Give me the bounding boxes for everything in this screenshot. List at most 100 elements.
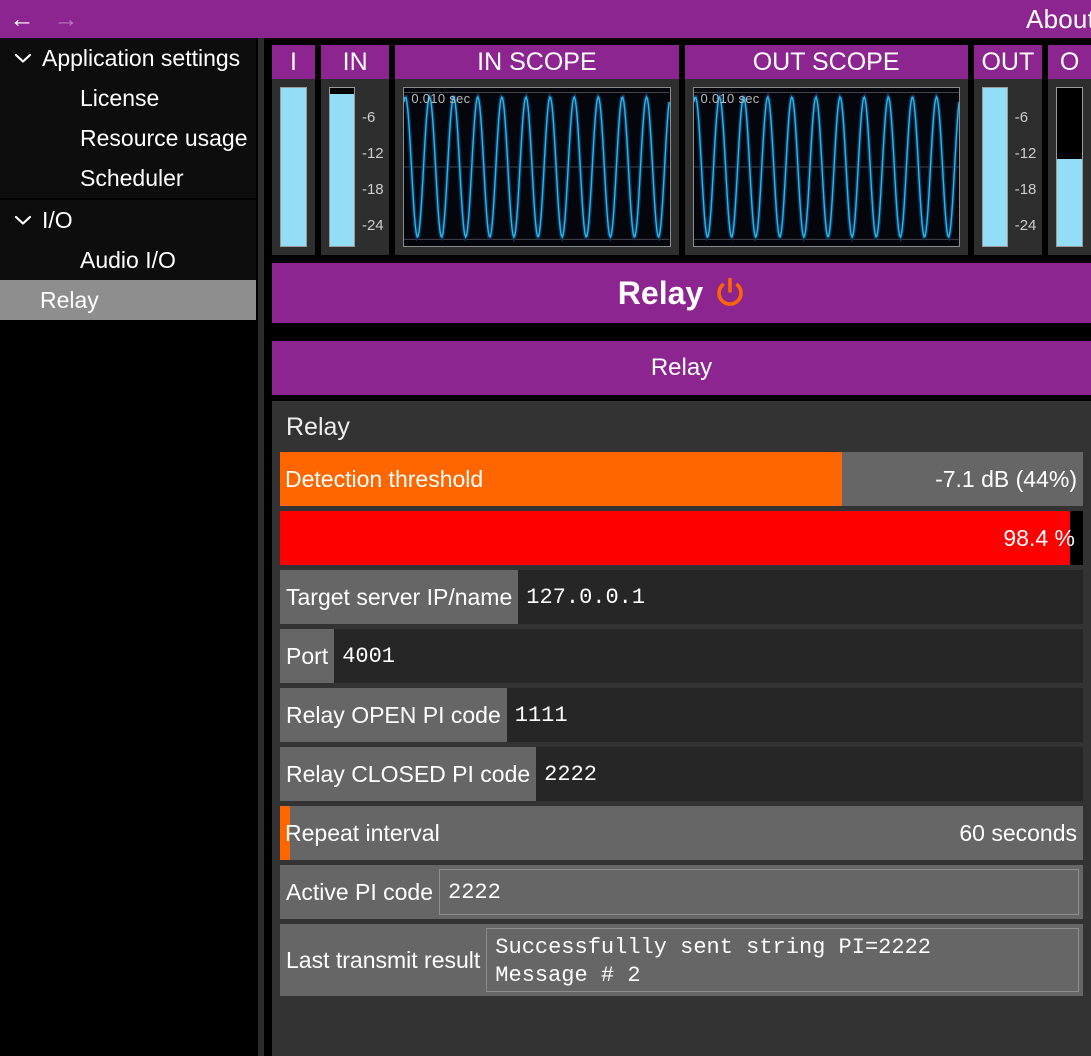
chevron-down-icon bbox=[8, 52, 38, 64]
chevron-down-icon bbox=[8, 214, 38, 226]
meter-fill bbox=[281, 88, 306, 246]
sidebar-item-io[interactable]: I/O bbox=[0, 200, 256, 240]
sidebar-group-application-settings: Application settings License Resource us… bbox=[0, 38, 256, 200]
target-server-field[interactable]: Target server IP/name 127.0.0.1 bbox=[280, 570, 1083, 624]
meter-in-small-title: I bbox=[272, 45, 315, 79]
meter-wrap bbox=[280, 87, 307, 247]
meter-bar-out-small bbox=[1056, 87, 1083, 247]
arrow-right-icon: → bbox=[54, 7, 79, 32]
back-button[interactable]: ← bbox=[0, 0, 44, 38]
row-relay-closed-pi-code: Relay CLOSED PI code 2222 bbox=[280, 747, 1083, 801]
port-label: Port bbox=[280, 629, 334, 683]
scale-tick: -24 bbox=[1015, 217, 1037, 234]
row-level-bar: 98.4 % bbox=[280, 511, 1083, 565]
scope-out: OUT SCOPE 0.010 sec bbox=[685, 45, 968, 255]
row-active-pi-code: Active PI code 2222 bbox=[280, 865, 1083, 919]
relay-open-pi-code-input[interactable]: 1111 bbox=[507, 688, 1083, 742]
meter-wrap: -6 -12 -18 -24 bbox=[982, 87, 1034, 247]
active-pi-code-value: 2222 bbox=[439, 869, 1079, 915]
tab-bar: Relay bbox=[272, 341, 1091, 395]
scale-tick: -12 bbox=[1015, 145, 1037, 162]
meter-out-main: OUT -6 -12 -18 -24 bbox=[974, 45, 1042, 255]
scale-tick: -12 bbox=[362, 145, 384, 162]
meter-in-main: IN -6 -12 -18 -24 bbox=[321, 45, 389, 255]
target-server-label: Target server IP/name bbox=[280, 570, 518, 624]
sidebar-item-label: Scheduler bbox=[80, 165, 184, 192]
meter-bar-in-main bbox=[329, 87, 355, 247]
scope-in: IN SCOPE 0.010 sec bbox=[395, 45, 678, 255]
scope-in-title: IN SCOPE bbox=[395, 45, 678, 79]
sidebar-item-label: Relay bbox=[40, 287, 99, 314]
content-area: I IN -6 bbox=[266, 38, 1091, 1056]
sidebar-item-label: I/O bbox=[42, 207, 73, 234]
active-pi-code-readonly: Active PI code 2222 bbox=[280, 865, 1083, 919]
module-title: Relay bbox=[618, 275, 703, 312]
sidebar-item-relay[interactable]: Relay bbox=[0, 280, 256, 320]
target-server-input[interactable]: 127.0.0.1 bbox=[518, 570, 1083, 624]
title-bar: ← → About bbox=[0, 0, 1091, 38]
sidebar-item-audio-io[interactable]: Audio I/O bbox=[0, 240, 256, 280]
meter-fill bbox=[983, 88, 1007, 246]
panel-title: Relay bbox=[280, 411, 1083, 452]
row-target-server: Target server IP/name 127.0.0.1 bbox=[280, 570, 1083, 624]
meter-out-main-title: OUT bbox=[974, 45, 1042, 79]
repeat-interval-value: 60 seconds bbox=[959, 820, 1083, 847]
detection-threshold-value: -7.1 dB (44%) bbox=[935, 466, 1083, 493]
relay-closed-pi-code-field[interactable]: Relay CLOSED PI code 2222 bbox=[280, 747, 1083, 801]
relay-closed-pi-code-input[interactable]: 2222 bbox=[536, 747, 1083, 801]
meter-scale-in: -6 -12 -18 -24 bbox=[355, 87, 381, 247]
repeat-interval-label: Repeat interval bbox=[280, 820, 440, 847]
meter-out-small-title: O bbox=[1048, 45, 1091, 79]
scale-tick: -18 bbox=[1015, 181, 1037, 198]
sidebar-item-license[interactable]: License bbox=[0, 78, 256, 118]
meter-wrap: -6 -12 -18 -24 bbox=[329, 87, 381, 247]
relay-closed-pi-code-label: Relay CLOSED PI code bbox=[280, 747, 536, 801]
scope-in-time-label: 0.010 sec bbox=[411, 91, 470, 106]
meter-scale-out: -6 -12 -18 -24 bbox=[1008, 87, 1034, 247]
about-link[interactable]: About bbox=[1026, 4, 1091, 35]
sidebar-item-label: Application settings bbox=[42, 45, 240, 72]
meters-and-scopes-strip: I IN -6 bbox=[272, 45, 1091, 255]
repeat-interval-slider[interactable]: Repeat interval 60 seconds bbox=[280, 806, 1083, 860]
last-transmit-result-readonly: Last transmit result Successfullly sent … bbox=[280, 924, 1083, 996]
sidebar-item-scheduler[interactable]: Scheduler bbox=[0, 158, 256, 198]
port-input[interactable]: 4001 bbox=[334, 629, 1083, 683]
level-bar-fill bbox=[280, 511, 1070, 565]
scope-out-body: 0.010 sec bbox=[685, 79, 968, 255]
meter-out-small: O bbox=[1048, 45, 1091, 255]
power-icon[interactable] bbox=[715, 277, 745, 309]
sidebar-item-resource-usage[interactable]: Resource usage bbox=[0, 118, 256, 158]
meter-bar-in-small bbox=[280, 87, 307, 247]
meter-out-main-body: -6 -12 -18 -24 bbox=[974, 79, 1042, 255]
sidebar-divider bbox=[256, 38, 266, 1056]
app-window: ← → About Application settings License R… bbox=[0, 0, 1091, 1056]
meter-in-main-title: IN bbox=[321, 45, 389, 79]
sidebar-item-label: License bbox=[80, 85, 159, 112]
scale-tick: -6 bbox=[362, 109, 375, 126]
relay-open-pi-code-field[interactable]: Relay OPEN PI code 1111 bbox=[280, 688, 1083, 742]
relay-open-pi-code-label: Relay OPEN PI code bbox=[280, 688, 507, 742]
port-field[interactable]: Port 4001 bbox=[280, 629, 1083, 683]
scale-tick: -24 bbox=[362, 217, 384, 234]
scope-in-waveform bbox=[404, 88, 669, 246]
level-bar-value: 98.4 % bbox=[1003, 511, 1075, 565]
arrow-left-icon: ← bbox=[10, 7, 35, 32]
sidebar-item-application-settings[interactable]: Application settings bbox=[0, 38, 256, 78]
meter-bar-out-main bbox=[982, 87, 1008, 247]
tab-relay[interactable]: Relay bbox=[272, 341, 1091, 395]
meter-wrap bbox=[1056, 87, 1083, 247]
meter-fill bbox=[330, 94, 354, 246]
scope-out-display: 0.010 sec bbox=[693, 87, 960, 247]
detection-threshold-slider[interactable]: Detection threshold -7.1 dB (44%) bbox=[280, 452, 1083, 506]
sidebar-item-label: Audio I/O bbox=[80, 247, 176, 274]
meter-fill bbox=[1057, 159, 1082, 246]
sidebar: Application settings License Resource us… bbox=[0, 38, 256, 1056]
forward-button[interactable]: → bbox=[44, 0, 88, 38]
row-relay-open-pi-code: Relay OPEN PI code 1111 bbox=[280, 688, 1083, 742]
active-pi-code-label: Active PI code bbox=[280, 865, 439, 919]
row-repeat-interval: Repeat interval 60 seconds bbox=[280, 806, 1083, 860]
scale-tick: -6 bbox=[1015, 109, 1028, 126]
meter-in-small-body bbox=[272, 79, 315, 255]
level-bar: 98.4 % bbox=[280, 511, 1083, 565]
last-transmit-result-value: Successfullly sent string PI=2222 Messag… bbox=[486, 928, 1079, 992]
